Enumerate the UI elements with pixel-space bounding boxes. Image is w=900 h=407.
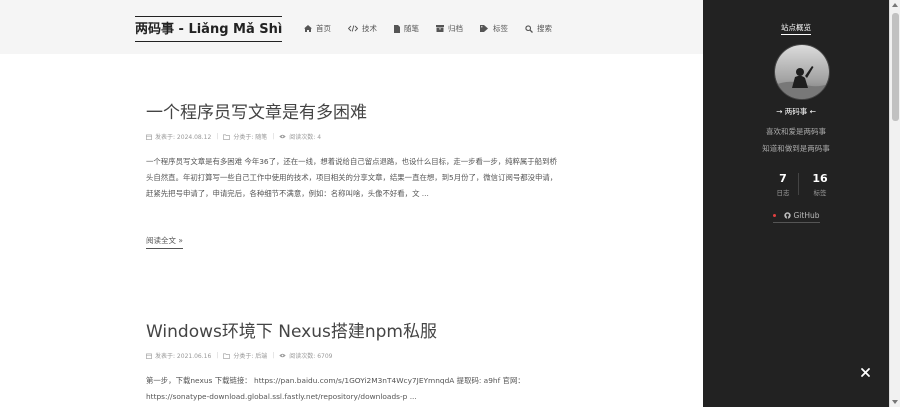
nav-label-tags: 标签 xyxy=(493,24,508,33)
post-meta: 发表于: 2021.06.16 | 分类于: 后端 | 阅读次数: 6709 xyxy=(146,351,333,360)
site-header: 两码事 - Liǎng Mǎ Shì 首页 技术 随笔 归档 标签 搜索 xyxy=(0,0,703,54)
nav-label-home: 首页 xyxy=(316,24,331,33)
post-title[interactable]: 一个程序员写文章是有多困难 xyxy=(146,98,367,123)
file-icon xyxy=(394,24,400,33)
nav-item-tags[interactable]: 标签 xyxy=(480,23,508,34)
meta-separator: | xyxy=(216,133,219,140)
red-dot-icon xyxy=(772,214,776,217)
scroll-up-arrow[interactable] xyxy=(892,3,898,7)
eye-icon xyxy=(279,353,286,358)
meta-separator: | xyxy=(272,133,275,140)
scroll-down-arrow[interactable] xyxy=(892,400,898,404)
nav-label-archive: 归档 xyxy=(448,24,463,33)
code-icon xyxy=(348,25,358,32)
sidebar: 站点概览 → 两码事 ← 喜欢和爱是两码事 知道和做到是两码事 7 日志 16 … xyxy=(703,0,889,407)
brand-line-top xyxy=(135,16,283,17)
sidebar-title: 站点概览 xyxy=(703,15,889,35)
main-nav: 首页 技术 随笔 归档 标签 搜索 xyxy=(304,23,569,34)
nav-label-tech: 技术 xyxy=(362,24,377,33)
folder-icon xyxy=(223,353,231,359)
avatar-image xyxy=(775,45,829,99)
github-link[interactable]: GitHub xyxy=(703,210,889,223)
brand-line-bottom xyxy=(135,41,283,42)
post-excerpt: 一个程序员写文章是有多困难 今年36了，还在一线，想着说给自己留点退路，也设什么… xyxy=(146,157,558,198)
post-date: 发表于: 2024.08.12 xyxy=(155,134,212,141)
search-icon xyxy=(525,24,533,33)
nav-item-tech[interactable]: 技术 xyxy=(348,23,377,34)
author-name: → 两码事 ← xyxy=(776,107,816,116)
post-date: 发表于: 2021.06.16 xyxy=(155,353,212,360)
nav-item-archive[interactable]: 归档 xyxy=(436,23,463,34)
scroll-thumb[interactable] xyxy=(892,13,899,121)
nav-label-search: 搜索 xyxy=(537,24,552,33)
page-scrollbar[interactable] xyxy=(889,0,900,407)
post-category[interactable]: 分类于: 随笔 xyxy=(233,132,267,141)
nav-label-essay: 随笔 xyxy=(404,24,419,33)
site-title[interactable]: 两码事 - Liǎng Mǎ Shì xyxy=(135,22,282,37)
stat-tags-label: 标签 xyxy=(813,189,827,197)
avatar xyxy=(774,44,830,100)
post-views: 阅读次数: 4 xyxy=(289,134,322,141)
stat-tags[interactable]: 16 标签 xyxy=(795,172,845,197)
post-category[interactable]: 分类于: 后端 xyxy=(233,351,267,360)
tag-icon xyxy=(480,25,488,32)
stat-tags-count: 16 xyxy=(812,172,828,185)
nav-item-search[interactable]: 搜索 xyxy=(525,23,552,34)
github-icon xyxy=(783,212,791,219)
close-icon[interactable] xyxy=(860,367,871,378)
eye-icon xyxy=(279,134,286,139)
meta-separator: | xyxy=(216,352,219,359)
main-content: 一个程序员写文章是有多困难 发表于: 2024.08.12 | 分类于: 随笔 … xyxy=(0,54,703,407)
meta-separator: | xyxy=(272,352,275,359)
author-description: 喜欢和爱是两码事 xyxy=(766,127,826,136)
sidebar-title-text[interactable]: 站点概览 xyxy=(781,23,811,35)
github-label: GitHub xyxy=(793,211,820,220)
post-title[interactable]: Windows环境下 Nexus搭建npm私服 xyxy=(146,317,437,342)
post-meta: 发表于: 2024.08.12 | 分类于: 随笔 | 阅读次数: 4 xyxy=(146,132,321,141)
home-icon xyxy=(304,25,312,32)
calendar-icon xyxy=(146,134,152,140)
post-excerpt: 第一步，下载nexus 下载链接： https://pan.baidu.com/… xyxy=(146,376,525,401)
site-brand[interactable]: 两码事 - Liǎng Mǎ Shì xyxy=(135,16,283,42)
nav-item-home[interactable]: 首页 xyxy=(304,23,331,34)
calendar-icon xyxy=(146,353,152,359)
nav-item-essay[interactable]: 随笔 xyxy=(394,23,419,34)
read-more-link[interactable]: 阅读全文 » xyxy=(146,235,183,249)
folder-icon xyxy=(223,134,231,140)
post-views: 阅读次数: 6709 xyxy=(289,353,333,360)
archive-icon xyxy=(436,25,444,32)
author-description: 知道和做到是两码事 xyxy=(762,144,830,153)
